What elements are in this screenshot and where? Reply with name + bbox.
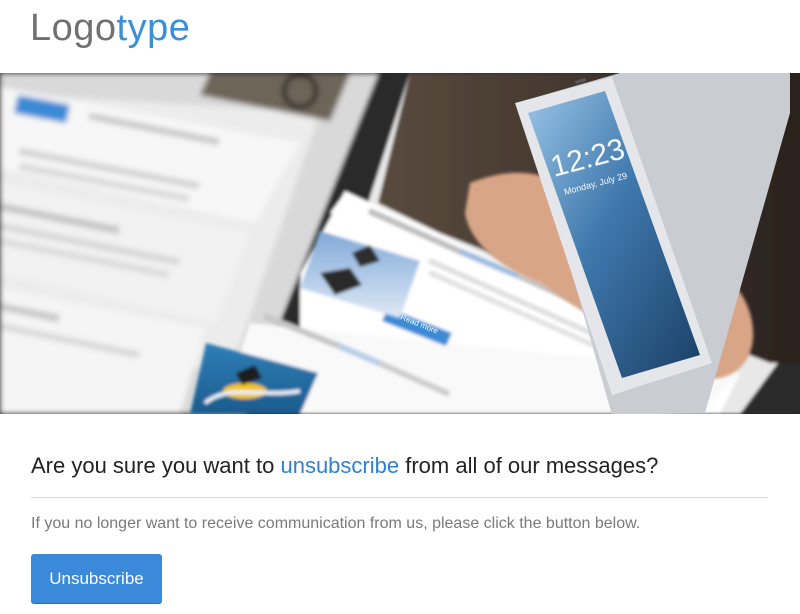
logo-text-accent: type <box>116 7 191 49</box>
page-headline: Are you sure you want to unsubscribe fro… <box>31 452 658 480</box>
logo-text-primary: Logo <box>30 7 117 49</box>
unsubscribe-button[interactable]: Unsubscribe <box>31 554 162 603</box>
logo: Logotype <box>30 6 190 50</box>
unsubscribe-page: Logotype 12:23 Monday, July 29 Read more… <box>0 0 800 614</box>
headline-link: unsubscribe <box>280 453 400 478</box>
page-description: If you no longer want to receive communi… <box>31 515 641 532</box>
divider <box>31 497 768 498</box>
headline-text-after: from all of our messages? <box>399 453 659 478</box>
headline-text-before: Are you sure you want to <box>31 453 281 478</box>
hero-image: 12:23 Monday, July 29 Read more <box>0 73 800 414</box>
